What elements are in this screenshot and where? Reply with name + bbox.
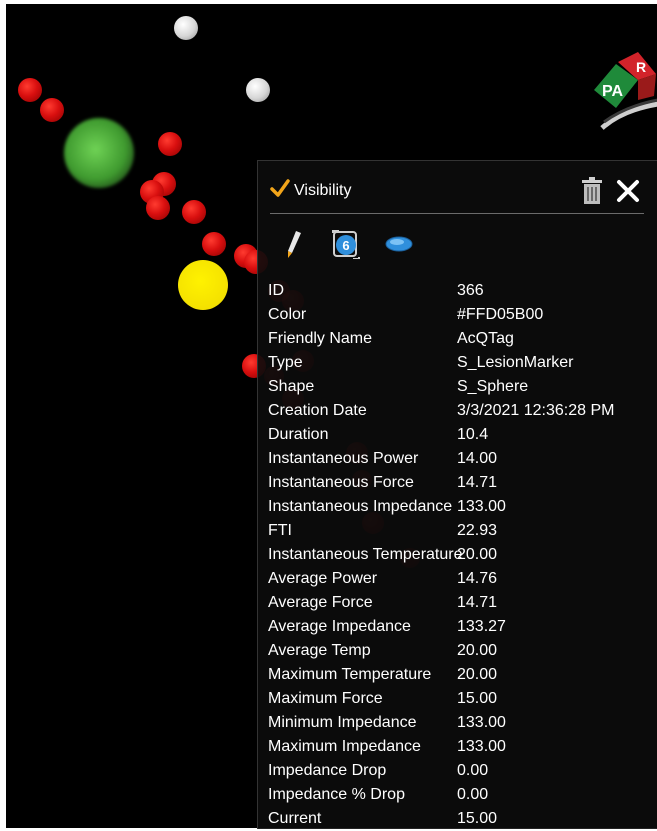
- property-value: 366: [457, 282, 484, 299]
- property-value: 0.00: [457, 762, 489, 779]
- property-name: Maximum Impedance: [268, 738, 421, 755]
- svg-text:PA: PA: [602, 83, 623, 100]
- property-value: S_LesionMarker: [457, 354, 574, 371]
- property-name: Instantaneous Power: [268, 450, 419, 467]
- property-row: Average Temp 20.00: [268, 639, 648, 663]
- property-name: Duration: [268, 426, 329, 443]
- property-row: Duration 10.4: [268, 423, 648, 447]
- property-name: Average Force: [268, 594, 373, 611]
- property-row: Average Impedance 133.27: [268, 615, 648, 639]
- property-row: Friendly Name AcQTag: [268, 327, 648, 351]
- lesion-marker[interactable]: [18, 78, 42, 102]
- property-row: Impedance Drop 0.00: [268, 759, 648, 783]
- property-value: AcQTag: [457, 330, 514, 347]
- property-value: 133.27: [457, 618, 506, 635]
- property-row: Instantaneous Impedance 133.00: [268, 495, 648, 519]
- property-value: 3/3/2021 12:36:28 PM: [457, 402, 615, 419]
- property-row: Creation Date 3/3/2021 12:36:28 PM: [268, 399, 648, 423]
- property-value: 133.00: [457, 738, 506, 755]
- property-value: 20.00: [457, 642, 498, 659]
- property-row: Type S_LesionMarker: [268, 351, 648, 375]
- property-value: 10.4: [457, 426, 489, 443]
- property-value: 0.00: [457, 786, 489, 803]
- visibility-label: Visibility: [294, 182, 352, 199]
- svg-text:R: R: [636, 59, 646, 75]
- property-name: FTI: [268, 522, 292, 539]
- property-row: Average Force 14.71: [268, 591, 648, 615]
- property-name: Color: [268, 306, 307, 323]
- property-row: Instantaneous Force 14.71: [268, 471, 648, 495]
- property-value: 15.00: [457, 690, 498, 707]
- panel-header: Visibility: [270, 177, 644, 214]
- property-value: S_Sphere: [457, 378, 529, 395]
- property-value: 15.00: [457, 810, 498, 827]
- point-count-icon[interactable]: 6: [330, 229, 362, 259]
- lesion-marker[interactable]: [146, 196, 170, 220]
- property-name: Average Impedance: [268, 618, 411, 635]
- property-row: Maximum Force 15.00: [268, 687, 648, 711]
- lesion-properties-panel: Visibility 6 ID 366 Color #FFD05B00 Frie…: [257, 160, 657, 829]
- property-value: 14.76: [457, 570, 498, 587]
- property-name: Maximum Force: [268, 690, 383, 707]
- lesion-marker[interactable]: [40, 98, 64, 122]
- property-name: Average Temp: [268, 642, 371, 659]
- checkmark-icon[interactable]: [270, 179, 290, 199]
- properties-list: ID 366 Color #FFD05B00 Friendly Name AcQTag Ty…: [268, 279, 648, 831]
- property-row: Current 15.00: [268, 807, 648, 831]
- white-sphere-marker[interactable]: [174, 16, 198, 40]
- property-row: ID 366: [268, 279, 648, 303]
- par-logo: PA R: [594, 52, 657, 130]
- property-value: 20.00: [457, 546, 498, 563]
- property-name: Friendly Name: [268, 330, 373, 347]
- pencil-icon[interactable]: [284, 229, 304, 259]
- property-row: Color #FFD05B00: [268, 303, 648, 327]
- close-icon[interactable]: [616, 179, 640, 203]
- svg-text:6: 6: [342, 238, 349, 253]
- lesion-marker[interactable]: [158, 132, 182, 156]
- property-name: Instantaneous Temperature: [268, 546, 463, 563]
- property-row: Minimum Impedance 133.00: [268, 711, 648, 735]
- selected-lesion-marker[interactable]: [178, 260, 228, 310]
- property-name: Maximum Temperature: [268, 666, 432, 683]
- property-value: 22.93: [457, 522, 498, 539]
- property-row: Instantaneous Power 14.00: [268, 447, 648, 471]
- white-sphere-marker[interactable]: [246, 78, 270, 102]
- property-row: Maximum Impedance 133.00: [268, 735, 648, 759]
- property-name: Average Power: [268, 570, 378, 587]
- property-name: Instantaneous Impedance: [268, 498, 453, 515]
- lesion-marker[interactable]: [202, 232, 226, 256]
- property-name: Shape: [268, 378, 315, 395]
- lesion-marker[interactable]: [182, 200, 206, 224]
- ellipse-shape-icon[interactable]: [384, 233, 414, 255]
- property-row: Average Power 14.76: [268, 567, 648, 591]
- property-row: Maximum Temperature 20.00: [268, 663, 648, 687]
- property-row: Shape S_Sphere: [268, 375, 648, 399]
- property-row: FTI 22.93: [268, 519, 648, 543]
- property-name: Type: [268, 354, 303, 371]
- property-name: Impedance % Drop: [268, 786, 405, 803]
- property-name: Impedance Drop: [268, 762, 387, 779]
- property-name: Creation Date: [268, 402, 367, 419]
- property-value: 133.00: [457, 714, 506, 731]
- property-value: #FFD05B00: [457, 306, 544, 323]
- property-name: Instantaneous Force: [268, 474, 414, 491]
- trash-icon[interactable]: [580, 177, 604, 205]
- property-value: 14.71: [457, 594, 498, 611]
- property-row: Impedance % Drop 0.00: [268, 783, 648, 807]
- property-name: ID: [268, 282, 284, 299]
- property-value: 14.00: [457, 450, 498, 467]
- green-sphere-marker[interactable]: [64, 118, 134, 188]
- property-name: Current: [268, 810, 322, 827]
- panel-toolbar: 6: [284, 229, 484, 259]
- property-value: 133.00: [457, 498, 506, 515]
- property-value: 20.00: [457, 666, 498, 683]
- property-name: Minimum Impedance: [268, 714, 417, 731]
- property-value: 14.71: [457, 474, 498, 491]
- property-row: Instantaneous Temperature 20.00: [268, 543, 648, 567]
